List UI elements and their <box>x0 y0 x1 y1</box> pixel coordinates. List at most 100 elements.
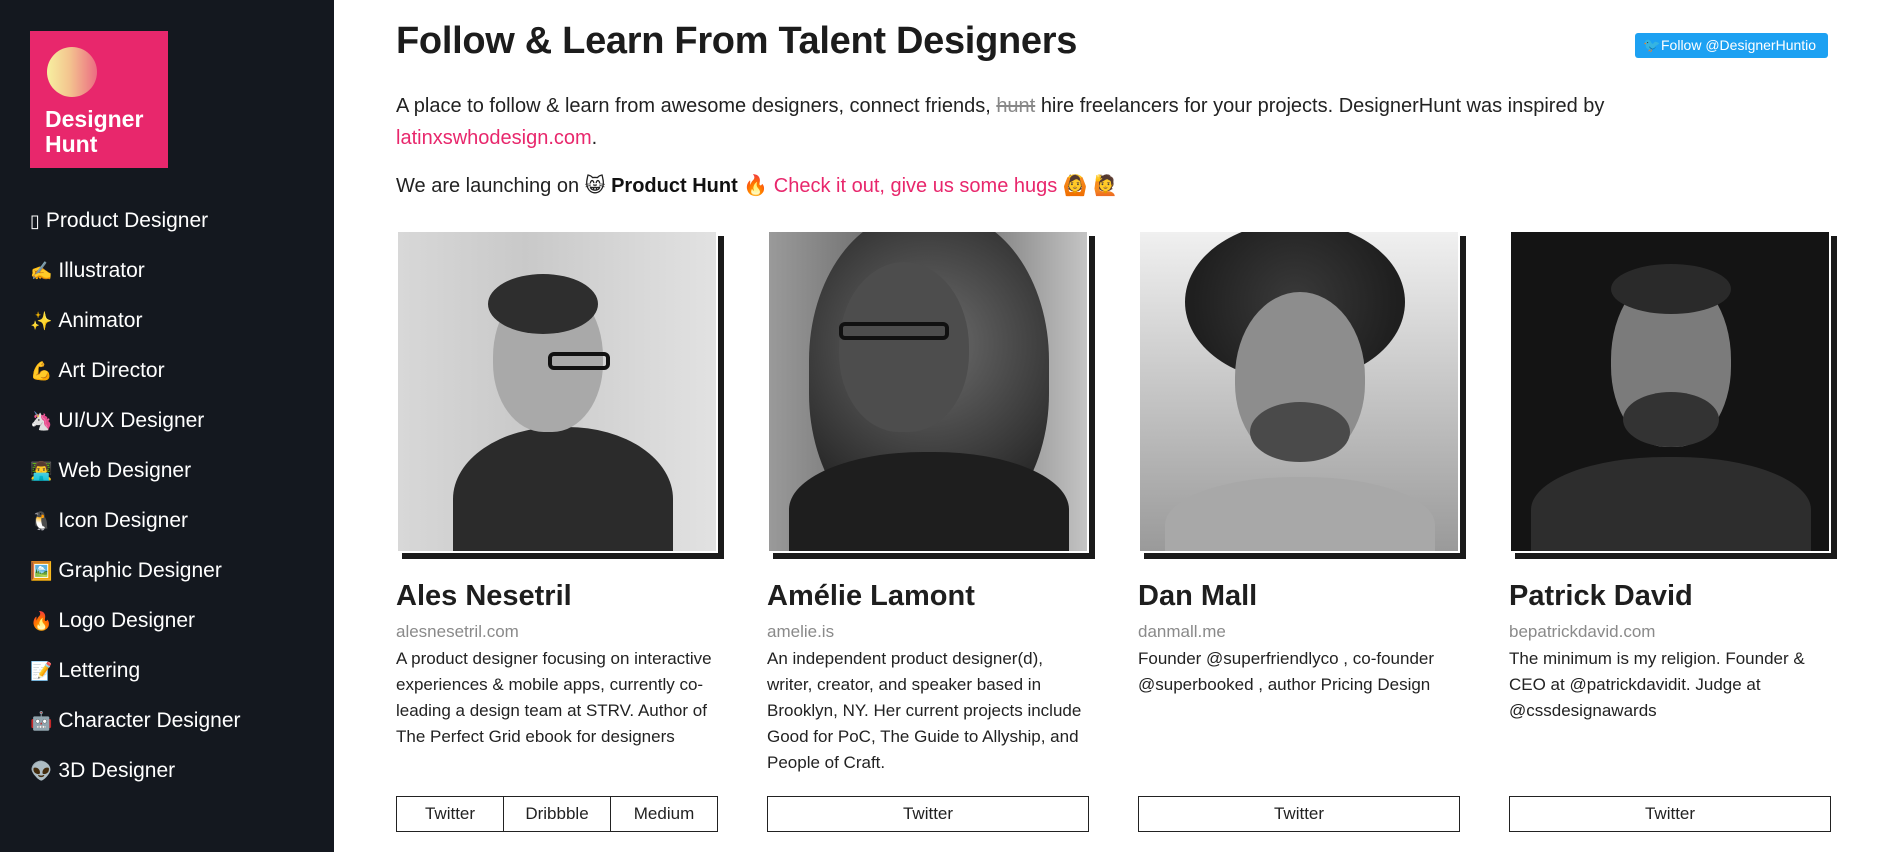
ok-gesture-icon: 🙆 <box>1062 175 1088 197</box>
designer-name: Ales Nesetril <box>396 580 572 612</box>
designer-name: Patrick David <box>1509 580 1693 612</box>
twitter-link[interactable]: Twitter <box>768 797 1088 831</box>
nav-item-logo-designer[interactable]: 🔥 Logo Designer <box>30 605 241 655</box>
social-links: Twitter <box>767 796 1089 832</box>
nav-item-product-designer[interactable]: ▯ Product Designer <box>30 205 241 255</box>
nav-label: Icon Designer <box>58 509 188 532</box>
raising-hand-icon: 🙋 <box>1093 175 1119 197</box>
designer-photo-frame <box>1138 230 1466 559</box>
nav-label: UI/UX Designer <box>58 409 205 432</box>
designer-website-link[interactable]: alesnesetril.com <box>396 622 519 642</box>
designer-photo-frame <box>1509 230 1837 559</box>
nav-label: Animator <box>58 309 143 332</box>
designer-card: Ales Nesetril alesnesetril.com A product… <box>396 230 726 832</box>
alien-icon: 👽 <box>30 761 53 781</box>
nav-item-ui-ux-designer[interactable]: 🦄 UI/UX Designer <box>30 405 241 455</box>
intro-paragraph: A place to follow & learn from awesome d… <box>396 90 1836 154</box>
twitter-link[interactable]: Twitter <box>397 797 503 831</box>
twitter-link[interactable]: Twitter <box>1139 797 1459 831</box>
twitter-link[interactable]: Twitter <box>1510 797 1830 831</box>
nav-label: Illustrator <box>58 259 145 282</box>
designer-card: Dan Mall danmall.me Founder @superfriend… <box>1138 230 1468 832</box>
photo-body <box>453 427 673 551</box>
designer-photo[interactable] <box>396 230 718 553</box>
nav-item-graphic-designer[interactable]: 🖼️ Graphic Designer <box>30 555 241 605</box>
technologist-icon: 👨‍💻 <box>30 461 53 481</box>
nav-item-icon-designer[interactable]: 🐧 Icon Designer <box>30 505 241 555</box>
photo-glasses <box>548 352 610 370</box>
social-links: Twitter <box>1509 796 1831 832</box>
nav-item-animator[interactable]: ✨ Animator <box>30 305 241 355</box>
sparkles-icon: ✨ <box>30 311 53 331</box>
designer-website-link[interactable]: bepatrickdavid.com <box>1509 622 1655 642</box>
social-links: Twitter Dribbble Medium <box>396 796 718 832</box>
nav-item-web-designer[interactable]: 👨‍💻 Web Designer <box>30 455 241 505</box>
nav-label: Logo Designer <box>58 609 196 632</box>
dribbble-link[interactable]: Dribbble <box>503 797 610 831</box>
photo-hair <box>488 274 598 334</box>
writing-hand-icon: ✍️ <box>30 261 53 281</box>
phone-icon: ▯ <box>30 211 40 231</box>
designer-bio: A product designer focusing on interacti… <box>396 649 712 746</box>
nav-label: Character Designer <box>58 709 241 732</box>
product-hunt-label: Product Hunt <box>611 175 738 197</box>
framed-picture-icon: 🖼️ <box>30 561 53 581</box>
memo-icon: 📝 <box>30 661 53 681</box>
launch-line: We are launching on 😸 Product Hunt 🔥 Che… <box>396 170 1118 202</box>
follow-label: Follow @DesignerHuntio <box>1661 37 1817 53</box>
product-hunt-link[interactable]: Check it out, give us some hugs <box>774 175 1057 197</box>
category-nav: ▯ Product Designer ✍️ Illustrator ✨ Animato… <box>30 205 241 805</box>
photo-body <box>789 452 1069 551</box>
designer-photo-frame <box>396 230 724 559</box>
designer-name: Amélie Lamont <box>767 580 975 612</box>
nav-label: 3D Designer <box>58 759 176 782</box>
nav-label: Lettering <box>58 659 141 682</box>
fire-icon: 🔥 <box>743 175 769 197</box>
twitter-bird-icon: 🐦 <box>1643 37 1661 53</box>
medium-link[interactable]: Medium <box>610 797 717 831</box>
logo-text: Designer Hunt <box>45 106 144 157</box>
logo-circle-icon <box>47 47 97 97</box>
designer-card: Patrick David bepatrickdavid.com The min… <box>1509 230 1839 832</box>
photo-body <box>1531 457 1811 551</box>
nav-item-character-designer[interactable]: 🤖 Character Designer <box>30 705 241 755</box>
fire-icon: 🔥 <box>30 611 53 631</box>
launch-prefix: We are launching on <box>396 175 580 197</box>
nav-item-3d-designer[interactable]: 👽 3D Designer <box>30 755 241 805</box>
designer-bio: Founder @superfriendlyco , co-founder @s… <box>1138 649 1435 694</box>
intro-period: . <box>591 127 598 149</box>
designerhunt-logo[interactable]: Designer Hunt <box>30 31 168 168</box>
photo-hair <box>1611 264 1731 314</box>
photo-beard <box>1250 402 1350 462</box>
photo-glasses <box>839 322 949 340</box>
photo-head <box>839 262 969 432</box>
designer-website-link[interactable]: danmall.me <box>1138 622 1226 642</box>
twitter-follow-button[interactable]: 🐦 Follow @DesignerHuntio <box>1635 33 1828 58</box>
designer-name: Dan Mall <box>1138 580 1258 612</box>
nav-label: Graphic Designer <box>58 559 222 582</box>
sidebar: Designer Hunt ▯ Product Designer ✍️ Illust… <box>0 0 334 852</box>
struck-word: hunt <box>996 95 1036 117</box>
designer-card: Amélie Lamont amelie.is An independent p… <box>767 230 1097 832</box>
robot-icon: 🤖 <box>30 711 53 731</box>
flexed-biceps-icon: 💪 <box>30 361 53 381</box>
latinx-link[interactable]: latinxswhodesign.com <box>396 127 592 149</box>
photo-beard <box>1623 392 1719 447</box>
cat-icon: 😸 <box>584 175 606 197</box>
designer-photo[interactable] <box>1509 230 1831 553</box>
nav-item-art-director[interactable]: 💪 Art Director <box>30 355 241 405</box>
designer-photo[interactable] <box>1138 230 1460 553</box>
social-links: Twitter <box>1138 796 1460 832</box>
nav-item-lettering[interactable]: 📝 Lettering <box>30 655 241 705</box>
designer-website-link[interactable]: amelie.is <box>767 622 834 642</box>
page-title: Follow & Learn From Talent Designers <box>396 20 1078 62</box>
nav-label: Art Director <box>58 359 165 382</box>
designer-bio: The minimum is my religion. Founder & CE… <box>1509 649 1805 720</box>
intro-text-cont: hire freelancers for your projects. Desi… <box>1040 95 1605 117</box>
designer-bio: An independent product designer(d), writ… <box>767 649 1082 772</box>
nav-label: Product Designer <box>45 209 209 232</box>
designer-photo[interactable] <box>767 230 1089 553</box>
nav-item-illustrator[interactable]: ✍️ Illustrator <box>30 255 241 305</box>
intro-text: A place to follow & learn from awesome d… <box>396 95 991 117</box>
penguin-icon: 🐧 <box>30 511 53 531</box>
